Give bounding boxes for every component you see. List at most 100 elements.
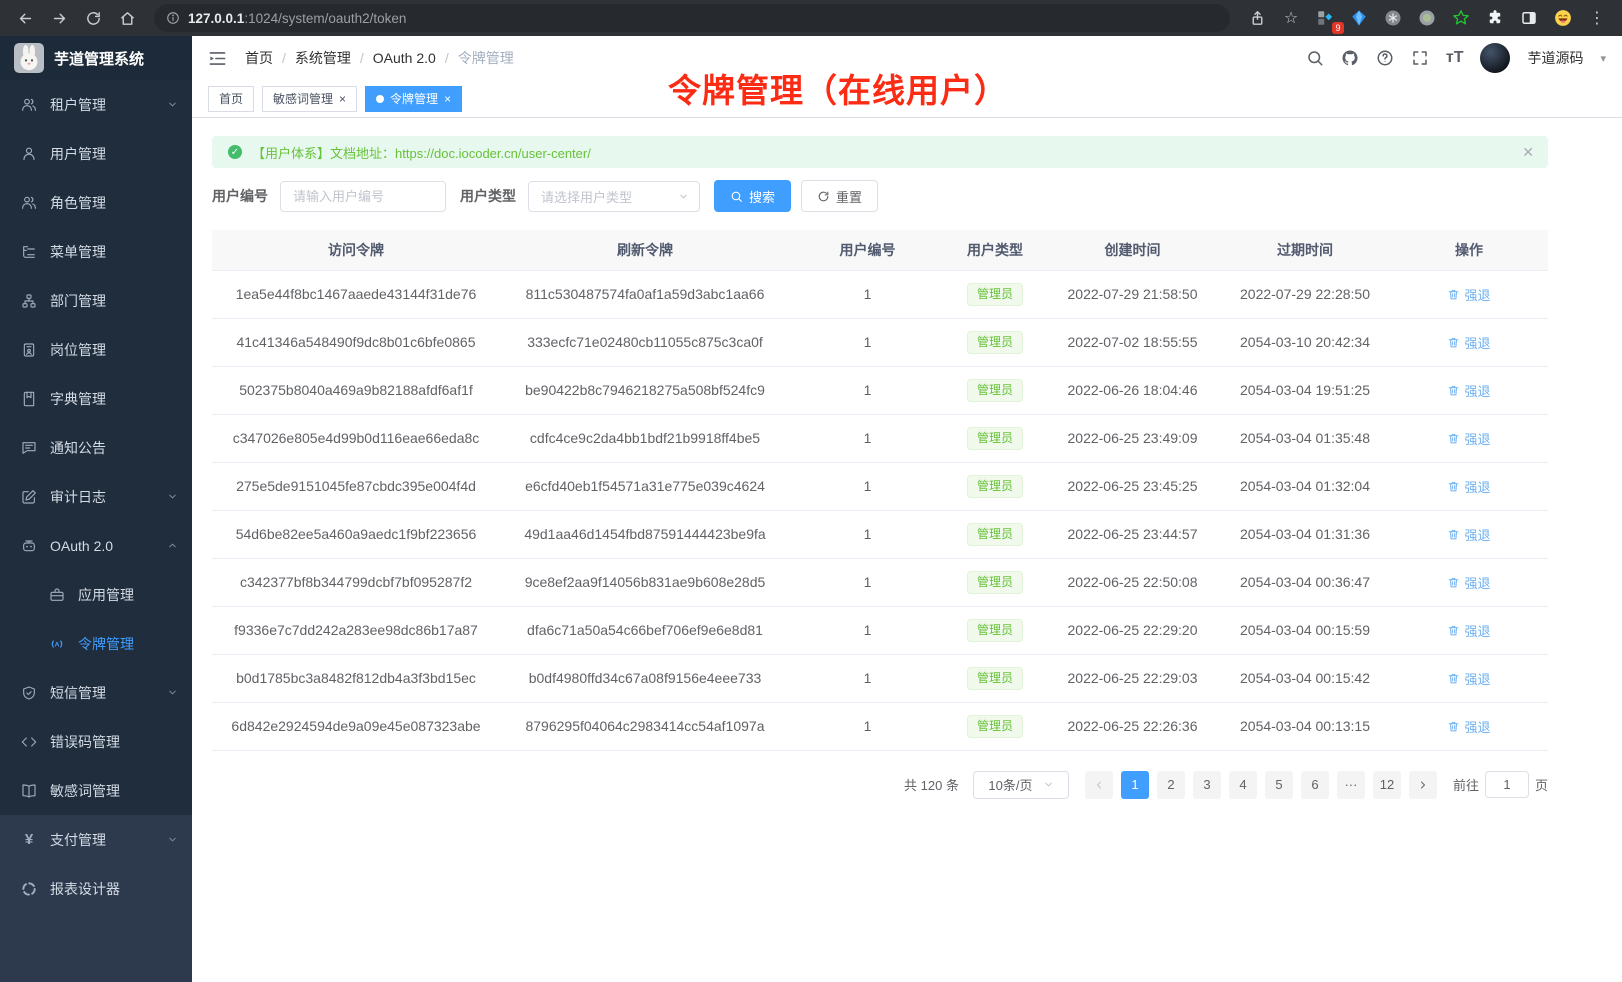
user-type-select[interactable]: 请选择用户类型 [528,181,700,212]
sidebar-item-error-code[interactable]: 错误码管理 [0,717,192,766]
force-logout-button[interactable]: 强退 [1447,621,1490,640]
sidebar-item-report-designer[interactable]: 报表设计器 [0,864,192,913]
sidebar-item-audit-log[interactable]: 审计日志 [0,472,192,521]
profile-emoji-avatar[interactable] [1546,4,1580,32]
search-button[interactable]: 搜索 [714,180,791,212]
user-id-input[interactable] [280,181,446,212]
user-type-label: 用户类型 [460,186,516,206]
force-logout-button[interactable]: 强退 [1447,429,1490,448]
site-info-icon[interactable] [166,11,180,25]
fullscreen-icon[interactable] [1411,49,1429,67]
sidebar-item-menu[interactable]: 菜单管理 [0,227,192,276]
extension-gem-icon[interactable] [1342,4,1376,32]
force-logout-button[interactable]: 强退 [1447,381,1490,400]
extension-ring-icon[interactable] [1410,4,1444,32]
page-button-12[interactable]: 12 [1373,771,1401,799]
page-size-select[interactable]: 10条/页 [973,771,1069,799]
page-button-···[interactable]: ··· [1337,771,1365,799]
doc-link[interactable]: https://doc.iocoder.cn/user-center/ [395,146,591,161]
alert-close-icon[interactable]: ✕ [1522,144,1534,161]
goto-page-input[interactable] [1485,771,1529,798]
user-avatar[interactable] [1480,43,1510,73]
filter-toolbar: 用户编号 用户类型 请选择用户类型 搜索 重置 [212,180,1568,212]
breadcrumb-item[interactable]: 系统管理 [295,48,351,68]
sidebar-item-role[interactable]: 角色管理 [0,178,192,227]
sidebar-item-tenant[interactable]: 租户管理 [0,80,192,129]
user-menu-caret-icon[interactable]: ▾ [1600,52,1606,65]
sidebar-item-oauth2-token[interactable]: A令牌管理 [0,619,192,668]
sidebar-item-oauth2[interactable]: OAuth 2.0 [0,521,192,570]
extension-tampermonkey-icon[interactable]: 9 [1308,4,1342,32]
cell-user-id: 1 [790,558,945,606]
page-button-6[interactable]: 6 [1301,771,1329,799]
extension-green-star-icon[interactable] [1444,4,1478,32]
split-view-icon[interactable] [1512,4,1546,32]
extension-puzzle-icon[interactable] [1478,4,1512,32]
user-name[interactable]: 芋道源码 [1527,48,1583,68]
cell-access-token: 275e5de9151045fe87cbdc395e004f4d [212,462,500,510]
sidebar-item-user[interactable]: 用户管理 [0,129,192,178]
cell-created-time: 2022-06-26 18:04:46 [1045,366,1220,414]
breadcrumb-separator: / [360,50,364,66]
browser-forward-icon[interactable] [42,4,76,32]
github-icon[interactable] [1341,49,1359,67]
page-content: ✓ 【用户体系】文档地址：https://doc.iocoder.cn/user… [192,118,1568,799]
sidebar-item-notice[interactable]: 通知公告 [0,423,192,472]
breadcrumb-item[interactable]: OAuth 2.0 [373,50,436,66]
font-size-icon[interactable]: тT [1446,50,1464,66]
help-icon[interactable] [1376,49,1394,67]
sidebar-item-dept[interactable]: 部门管理 [0,276,192,325]
sidebar-item-label: 菜单管理 [50,242,178,262]
cell-expire-time: 2054-03-04 00:15:59 [1220,606,1390,654]
browser-menu-kebab-icon[interactable]: ⋮ [1580,4,1614,32]
page-button-3[interactable]: 3 [1193,771,1221,799]
user-type-placeholder: 请选择用户类型 [541,187,632,206]
cell-created-time: 2022-06-25 22:29:03 [1045,654,1220,702]
chevron-up-icon [167,540,178,551]
bookmark-star-icon[interactable]: ☆ [1274,4,1308,32]
next-page-button[interactable] [1409,771,1437,799]
sidebar-item-label: 角色管理 [50,193,178,213]
table-row: 275e5de9151045fe87cbdc395e004f4de6cfd40e… [212,462,1548,510]
page-button-4[interactable]: 4 [1229,771,1257,799]
sidebar-item-pay[interactable]: ¥支付管理 [0,815,192,864]
table-row: 41c41346a548490f9dc8b01c6bfe0865333ecfc7… [212,318,1548,366]
force-logout-button[interactable]: 强退 [1447,573,1490,592]
tab-close-icon[interactable]: × [444,93,451,105]
cell-user-type: 管理员 [945,414,1045,462]
force-logout-button[interactable]: 强退 [1447,669,1490,688]
sidebar-item-oauth2-app[interactable]: 应用管理 [0,570,192,619]
sidebar-item-post[interactable]: 岗位管理 [0,325,192,374]
robot-icon [20,538,38,554]
prev-page-button[interactable] [1085,771,1113,799]
sidebar-collapse-icon[interactable] [208,49,227,68]
tab-敏感词管理[interactable]: 敏感词管理× [262,86,357,112]
browser-back-icon[interactable] [8,4,42,32]
share-icon[interactable] [1240,4,1274,32]
sidebar-item-sms[interactable]: 短信管理 [0,668,192,717]
tab-close-icon[interactable]: × [339,93,346,105]
force-logout-button[interactable]: 强退 [1447,333,1490,352]
token-table: 访问令牌刷新令牌用户编号用户类型创建时间过期时间操作 1ea5e44f8bc14… [212,230,1548,751]
open-book-icon [20,783,38,799]
browser-address-bar[interactable]: 127.0.0.1:1024/system/oauth2/token [154,4,1230,32]
page-button-5[interactable]: 5 [1265,771,1293,799]
tab-令牌管理[interactable]: 令牌管理× [365,86,462,112]
menu-tree-icon [20,244,38,260]
tab-首页[interactable]: 首页 [208,86,254,112]
browser-home-icon[interactable] [110,4,144,32]
page-button-1[interactable]: 1 [1121,771,1149,799]
cell-user-id: 1 [790,702,945,750]
sidebar-item-sensitive-word[interactable]: 敏感词管理 [0,766,192,815]
breadcrumb-item[interactable]: 首页 [245,48,273,68]
force-logout-button[interactable]: 强退 [1447,717,1490,736]
force-logout-button[interactable]: 强退 [1447,525,1490,544]
page-button-2[interactable]: 2 [1157,771,1185,799]
force-logout-button[interactable]: 强退 [1447,285,1490,304]
browser-reload-icon[interactable] [76,4,110,32]
sidebar-item-dict[interactable]: 字典管理 [0,374,192,423]
reset-button[interactable]: 重置 [801,180,878,212]
extension-command-circle-icon[interactable] [1376,4,1410,32]
search-icon[interactable] [1306,49,1324,67]
force-logout-button[interactable]: 强退 [1447,477,1490,496]
